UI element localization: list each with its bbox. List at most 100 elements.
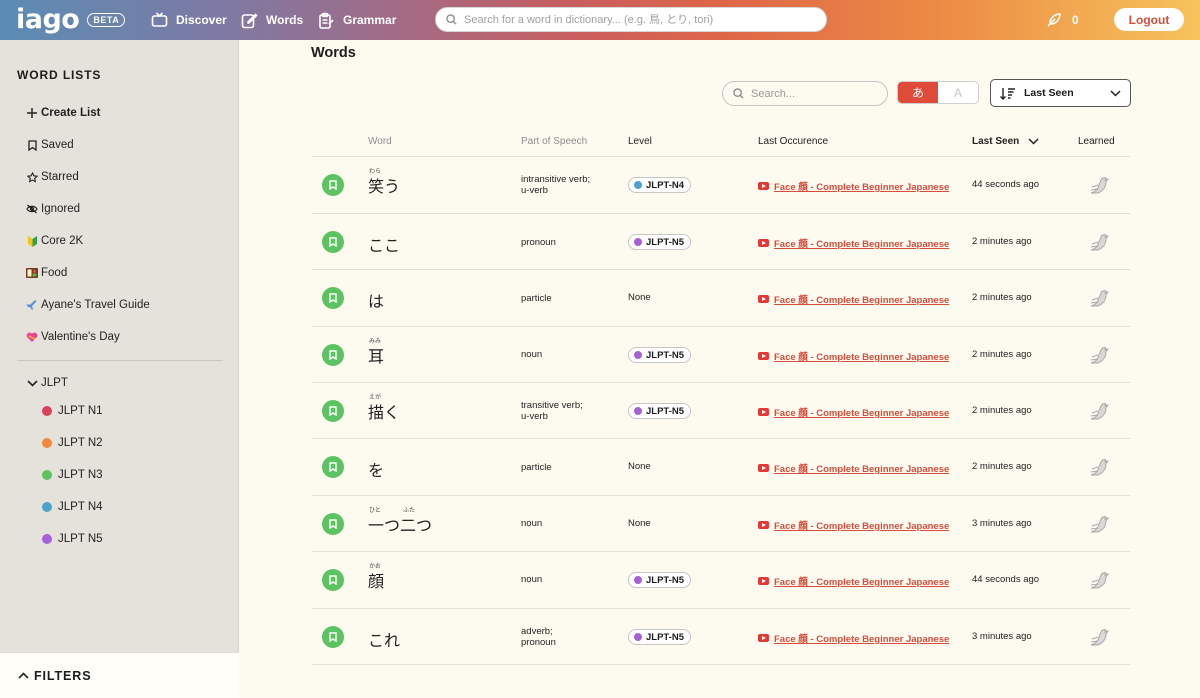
save-bookmark-button[interactable] <box>322 174 344 196</box>
save-bookmark-button[interactable] <box>322 456 344 478</box>
app-logo[interactable]: iago BETA <box>16 4 126 35</box>
learned-toggle[interactable] <box>1088 568 1112 597</box>
bento-icon <box>24 268 40 278</box>
occurrence-link[interactable]: Face 顔 - Complete Beginner Japanese <box>758 292 958 306</box>
row-divider <box>312 664 1130 665</box>
word-cell[interactable]: を <box>368 449 384 481</box>
jlpt-group-toggle[interactable]: JLPT <box>24 374 68 392</box>
sidebar-item-jlpt-n1[interactable]: JLPT N1 <box>42 402 103 420</box>
col-last-seen[interactable]: Last Seen <box>972 136 1039 147</box>
occurrence-link[interactable]: Face 顔 - Complete Beginner Japanese <box>758 349 958 363</box>
learned-toggle[interactable] <box>1088 512 1112 541</box>
occurrence-link[interactable]: Face 顔 - Complete Beginner Japanese <box>758 179 958 193</box>
save-bookmark-button[interactable] <box>322 287 344 309</box>
sidebar-item-jlpt-n4[interactable]: JLPT N4 <box>42 498 103 516</box>
dictionary-search[interactable] <box>435 7 827 32</box>
furigana: えが <box>369 394 382 401</box>
word-search-input[interactable] <box>751 87 871 100</box>
word-cell[interactable]: みみ 耳 <box>368 337 384 367</box>
sidebar-item-label: Ayane's Travel Guide <box>41 299 150 311</box>
word-cell[interactable]: は <box>368 280 384 312</box>
level-dot <box>634 576 642 584</box>
occurrence-link[interactable]: Face 顔 - Complete Beginner Japanese <box>758 631 958 645</box>
col-last-occurrence[interactable]: Last Occurence <box>758 136 828 147</box>
filters-toggle[interactable]: FILTERS <box>0 652 239 698</box>
learned-toggle[interactable] <box>1088 173 1112 202</box>
table-row[interactable]: は particle None Face 顔 - Complete Beginn… <box>312 270 1130 326</box>
sidebar-item-jlpt-n5[interactable]: JLPT N5 <box>42 530 103 548</box>
table-row[interactable]: ここ pronoun JLPT-N5 Face 顔 - Complete Beg… <box>312 214 1130 270</box>
sidebar-item-jlpt-n2[interactable]: JLPT N2 <box>42 434 103 452</box>
bird-icon <box>1090 290 1110 307</box>
beginner-leaf-icon <box>24 235 40 247</box>
sidebar-item-travel-guide[interactable]: Ayane's Travel Guide <box>24 296 150 314</box>
sidebar-item-starred[interactable]: Starred <box>24 168 79 186</box>
col-part-of-speech[interactable]: Part of Speech <box>521 136 587 147</box>
table-row[interactable]: かお 顔 noun JLPT-N5 Face 顔 - Complete Begi… <box>312 552 1130 608</box>
word-cell[interactable]: これ <box>368 619 400 651</box>
learned-toggle[interactable] <box>1088 343 1112 372</box>
occurrence-link[interactable]: Face 顔 - Complete Beginner Japanese <box>758 461 958 475</box>
save-bookmark-button[interactable] <box>322 400 344 422</box>
learned-toggle[interactable] <box>1088 399 1112 428</box>
pos-cell: noun <box>521 349 543 360</box>
occurrence-link[interactable]: Face 顔 - Complete Beginner Japanese <box>758 236 958 250</box>
nav-discover[interactable]: Discover <box>151 0 227 40</box>
beta-badge: BETA <box>87 12 126 27</box>
word-cell[interactable]: ここ <box>368 224 400 256</box>
sidebar-item-jlpt-n3[interactable]: JLPT N3 <box>42 466 103 484</box>
furigana: みみ <box>369 338 382 345</box>
save-bookmark-button[interactable] <box>322 231 344 253</box>
table-row[interactable]: わら 笑う intransitive verb; u-verb JLPT-N4 F… <box>312 157 1130 213</box>
word-cell[interactable]: ひと ふた 一つ二つ <box>368 506 432 536</box>
toggle-latin[interactable]: A <box>938 82 978 103</box>
sidebar-item-label: JLPT N3 <box>58 469 103 481</box>
plus-icon <box>24 108 40 118</box>
level-dot <box>634 633 642 641</box>
nav-grammar[interactable]: Grammar <box>318 0 396 40</box>
save-bookmark-button[interactable] <box>322 344 344 366</box>
bird-icon <box>1090 516 1110 533</box>
sort-select[interactable]: Last Seen <box>990 79 1131 107</box>
col-level[interactable]: Level <box>628 136 652 147</box>
sidebar: WORD LISTS Create List Saved Starred Ign… <box>0 40 239 698</box>
dictionary-search-input[interactable] <box>464 13 814 26</box>
sidebar-item-saved[interactable]: Saved <box>24 136 74 154</box>
save-bookmark-button[interactable] <box>322 569 344 591</box>
save-bookmark-button[interactable] <box>322 626 344 648</box>
sidebar-item-ignored[interactable]: Ignored <box>24 200 80 218</box>
occurrence-link[interactable]: Face 顔 - Complete Beginner Japanese <box>758 405 958 419</box>
table-row[interactable]: これ adverb; pronoun JLPT-N5 Face 顔 - Compl… <box>312 609 1130 665</box>
pos-cell: particle <box>521 462 552 473</box>
sidebar-item-food[interactable]: Food <box>24 264 67 282</box>
word-cell[interactable]: わら 笑う <box>368 167 400 197</box>
occurrence-link[interactable]: Face 顔 - Complete Beginner Japanese <box>758 518 958 532</box>
script-toggle: あ A <box>897 81 979 104</box>
level-badge: JLPT-N5 <box>628 629 692 645</box>
learned-toggle[interactable] <box>1088 625 1112 654</box>
col-learned[interactable]: Learned <box>1078 136 1115 147</box>
word-cell[interactable]: かお 顔 <box>368 562 384 592</box>
sidebar-item-core2k[interactable]: Core 2K <box>24 232 83 250</box>
table-row[interactable]: えが 描く transitive verb; u-verb JLPT-N5 Fac… <box>312 383 1130 439</box>
nav-words[interactable]: Words <box>241 0 303 40</box>
toggle-kana[interactable]: あ <box>898 82 938 103</box>
sidebar-divider <box>17 360 223 361</box>
word-search[interactable] <box>722 81 888 106</box>
table-row[interactable]: ひと ふた 一つ二つ noun None Face 顔 - Complete B… <box>312 496 1130 552</box>
sidebar-item-valentines[interactable]: Valentine's Day <box>24 328 120 346</box>
learned-toggle[interactable] <box>1088 455 1112 484</box>
points-counter[interactable]: 0 <box>1046 0 1079 40</box>
table-row[interactable]: を particle None Face 顔 - Complete Beginn… <box>312 439 1130 495</box>
save-bookmark-button[interactable] <box>322 513 344 535</box>
occurrence-link[interactable]: Face 顔 - Complete Beginner Japanese <box>758 574 958 588</box>
learned-toggle[interactable] <box>1088 230 1112 259</box>
logout-button[interactable]: Logout <box>1114 8 1184 31</box>
col-word[interactable]: Word <box>368 136 392 147</box>
table-row[interactable]: みみ 耳 noun JLPT-N5 Face 顔 - Complete Begi… <box>312 327 1130 383</box>
word-cell[interactable]: えが 描く <box>368 393 400 423</box>
create-list-button[interactable]: Create List <box>24 104 100 122</box>
learned-toggle[interactable] <box>1088 286 1112 315</box>
bookmark-icon <box>329 575 337 585</box>
youtube-icon <box>758 521 769 529</box>
